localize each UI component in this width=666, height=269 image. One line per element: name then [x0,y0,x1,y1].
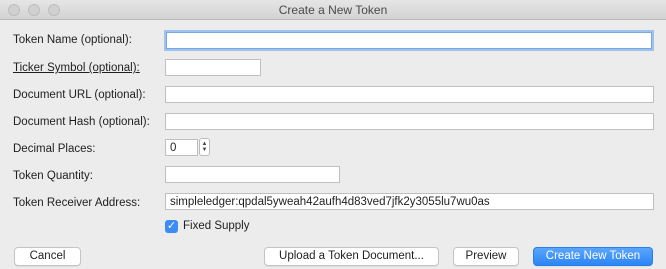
document-url-label: Document URL (optional): [13,89,146,101]
ticker-symbol-label[interactable]: Ticker Symbol (optional): [13,62,140,74]
upload-document-button[interactable]: Upload a Token Document... [264,247,439,266]
document-url-input[interactable] [165,86,654,103]
token-quantity-label: Token Quantity: [13,170,93,182]
token-name-label: Token Name (optional): [13,34,132,46]
create-token-dialog: Create a New Token Token Name (optional)… [0,0,666,269]
stepper-down-icon[interactable]: ▼ [202,147,208,153]
window-title: Create a New Token [278,3,388,17]
receiver-address-input[interactable]: simpleledger:qpdal5yweah42aufh4d83ved7jf… [165,193,654,210]
checkmark-icon: ✓ [166,220,177,232]
fixed-supply-checkbox[interactable]: ✓ [165,220,178,233]
stepper-arrows-icon[interactable]: ▲ ▼ [199,138,210,156]
ticker-symbol-input[interactable] [165,59,261,76]
document-hash-input[interactable] [165,113,654,130]
title-bar: Create a New Token [0,0,666,20]
receiver-address-label: Token Receiver Address: [13,197,141,209]
token-quantity-input[interactable] [165,166,340,183]
document-hash-label: Document Hash (optional): [13,116,150,128]
token-name-input[interactable] [166,32,652,49]
decimal-places-label: Decimal Places: [13,143,96,155]
decimal-places-input[interactable]: 0 [165,139,198,156]
preview-button[interactable]: Preview [453,247,519,266]
create-new-token-button[interactable]: Create New Token [533,247,653,266]
fixed-supply-label[interactable]: Fixed Supply [183,220,249,232]
cancel-button[interactable]: Cancel [14,247,81,266]
